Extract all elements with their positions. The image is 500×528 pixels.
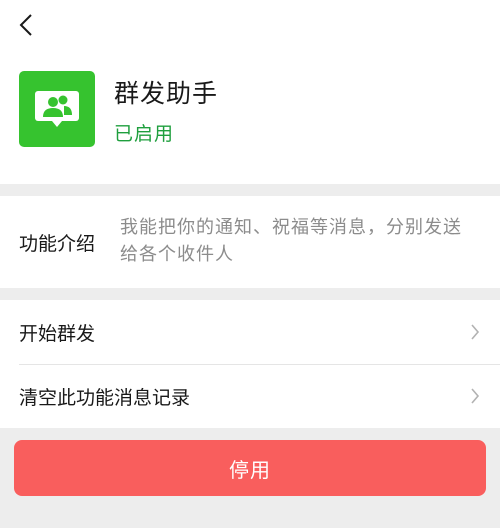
group-chat-icon [19,71,95,147]
start-broadcast-item[interactable]: 开始群发 [0,300,500,364]
clear-history-item[interactable]: 清空此功能消息记录 [0,364,500,428]
chevron-right-icon [471,388,480,404]
app-status: 已启用 [114,123,175,145]
intro-label: 功能介绍 [19,233,96,255]
app-name: 群发助手 [114,79,219,108]
chevron-left-icon [19,14,32,36]
disable-button[interactable]: 停用 [14,440,486,496]
intro-text: 我能把你的通知、祝福等消息，分别发送给各个收件人 [120,217,462,265]
menu-divider [19,364,500,365]
menu-item-label: 清空此功能消息记录 [19,387,191,409]
back-button[interactable] [12,10,40,40]
menu-item-label: 开始群发 [19,323,96,345]
app-header-card: 群发助手 已启用 [0,0,500,184]
chevron-right-icon [471,324,480,340]
